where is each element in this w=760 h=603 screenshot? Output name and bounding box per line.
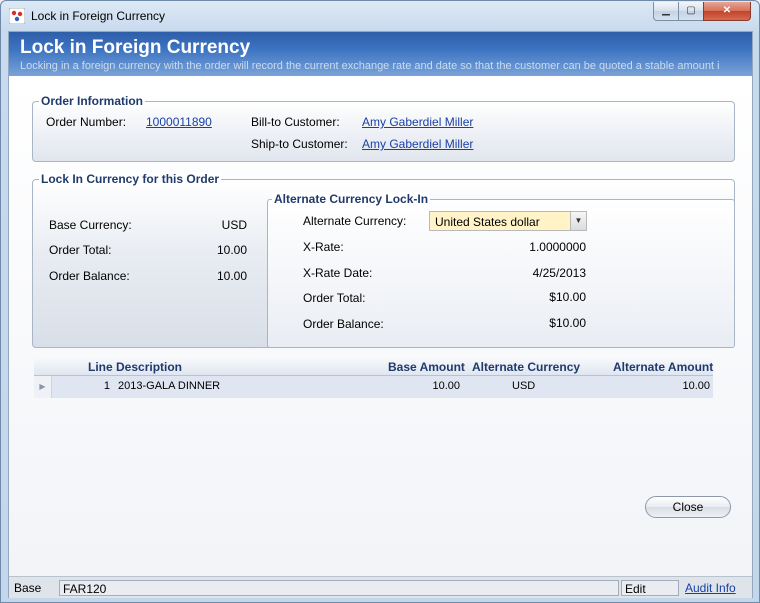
base-currency-value: USD <box>221 218 247 232</box>
close-icon: ✕ <box>722 5 732 16</box>
order-number-label: Order Number: <box>46 115 127 129</box>
alternate-currency-label: Alternate Currency: <box>303 214 407 228</box>
order-total-label: Order Total: <box>49 243 112 257</box>
xrate-date-label: X-Rate Date: <box>303 266 373 280</box>
order-total-value: 10.00 <box>216 243 247 257</box>
app-logo-icon <box>9 8 25 24</box>
bill-to-customer-label: Bill-to Customer: <box>251 115 340 129</box>
grid-header-row: Line Description Base Amount Alternate C… <box>34 358 713 376</box>
maximize-button[interactable]: ▢ <box>678 2 704 21</box>
status-base: Base <box>14 581 42 595</box>
audit-info-link[interactable]: Audit Info <box>685 580 736 596</box>
page-title: Lock in Foreign Currency <box>20 37 251 58</box>
dialog-window: Lock in Foreign Currency ▁ ▢ ✕ Lock in F… <box>0 0 760 603</box>
cell-base-amount: 10.00 <box>432 380 460 392</box>
bill-to-customer-link[interactable]: Amy Gaberdiel Miller <box>362 115 473 129</box>
column-header-description[interactable]: Description <box>116 360 182 374</box>
content-area: Order Information Order Number: 10000118… <box>9 76 752 576</box>
dialog-client-area: Lock in Foreign Currency Locking in a fo… <box>8 31 753 598</box>
title-bar[interactable]: Lock in Foreign Currency ▁ ▢ ✕ <box>1 1 759 31</box>
order-information-legend: Order Information <box>39 94 146 108</box>
page-subtitle: Locking in a foreign currency with the o… <box>20 60 720 72</box>
column-header-alternate-currency[interactable]: Alternate Currency <box>472 360 580 374</box>
alternate-currency-select[interactable]: United States dollar ▼ <box>429 211 587 231</box>
cell-description: 2013-GALA DINNER <box>118 380 221 392</box>
alt-order-total-label: Order Total: <box>303 291 366 305</box>
status-mode: Edit <box>621 580 679 596</box>
maximize-icon: ▢ <box>686 5 696 16</box>
xrate-label: X-Rate: <box>303 240 344 254</box>
table-row[interactable]: ▶ 1 2013-GALA DINNER 10.00 USD 10.00 <box>34 376 713 398</box>
chevron-down-icon[interactable]: ▼ <box>570 212 586 230</box>
column-header-line[interactable]: Line <box>88 360 113 374</box>
cell-alternate-amount: 10.00 <box>682 380 710 392</box>
status-form-code: FAR120 <box>59 580 619 596</box>
status-bar: Base FAR120 Edit Audit Info <box>9 576 752 598</box>
minimize-button[interactable]: ▁ <box>653 2 679 21</box>
lock-in-currency-legend: Lock In Currency for this Order <box>39 172 222 186</box>
alt-order-total-value: $10.00 <box>549 290 586 304</box>
xrate-date-value: 4/25/2013 <box>532 266 586 280</box>
minimize-icon: ▁ <box>662 5 670 16</box>
alt-order-balance-value: $10.00 <box>549 316 586 330</box>
ship-to-customer-label: Ship-to Customer: <box>251 137 348 151</box>
order-number-link[interactable]: 1000011890 <box>146 115 212 129</box>
window-close-button[interactable]: ✕ <box>703 2 751 21</box>
order-lines-grid: Line Description Base Amount Alternate C… <box>34 358 713 399</box>
column-header-base-amount[interactable]: Base Amount <box>388 360 465 374</box>
column-header-alternate-amount[interactable]: Alternate Amount <box>613 360 713 374</box>
order-balance-label: Order Balance: <box>49 269 130 283</box>
window-title: Lock in Foreign Currency <box>31 9 166 23</box>
alternate-currency-selected-value: United States dollar <box>435 215 540 229</box>
alternate-currency-legend: Alternate Currency Lock-In <box>272 192 431 206</box>
cell-line: 1 <box>103 380 110 392</box>
row-selector-arrow-icon[interactable]: ▶ <box>34 376 52 398</box>
cell-alternate-currency: USD <box>512 380 536 392</box>
alt-order-balance-label: Order Balance: <box>303 317 384 331</box>
base-currency-label: Base Currency: <box>49 218 132 232</box>
ship-to-customer-link[interactable]: Amy Gaberdiel Miller <box>362 137 473 151</box>
close-button[interactable]: Close <box>645 496 731 518</box>
order-information-group: Order Information <box>32 94 735 162</box>
xrate-value: 1.0000000 <box>529 240 586 254</box>
header-banner: Lock in Foreign Currency Locking in a fo… <box>9 32 752 76</box>
order-balance-value: 10.00 <box>216 269 247 283</box>
